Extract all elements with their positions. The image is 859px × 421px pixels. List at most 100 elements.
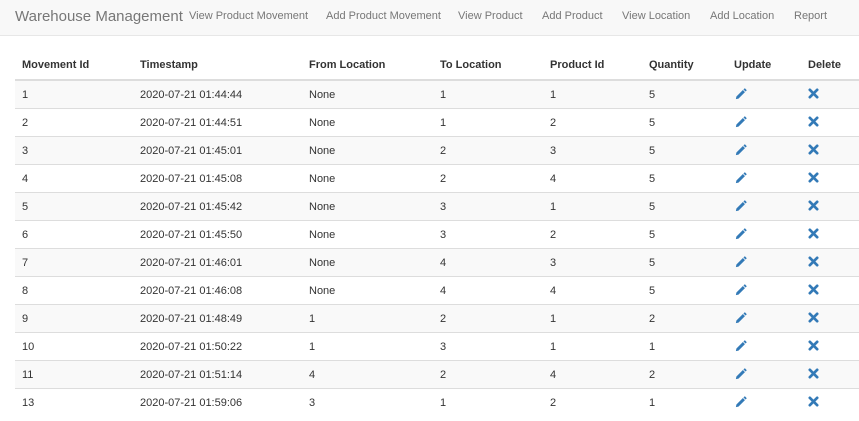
cell-from-location: None — [302, 276, 433, 305]
cell-timestamp: 2020-07-21 01:48:49 — [133, 304, 302, 333]
cell-movement-id: 1 — [15, 79, 133, 109]
remove-icon[interactable] — [808, 255, 822, 270]
cell-quantity: 2 — [642, 304, 727, 333]
cell-update — [727, 332, 801, 361]
cell-to-location: 3 — [433, 332, 543, 361]
cell-product-id: 2 — [543, 108, 642, 137]
pencil-icon[interactable] — [734, 339, 748, 354]
cell-from-location: None — [302, 136, 433, 165]
cell-delete — [801, 276, 859, 305]
cell-movement-id: 10 — [15, 332, 133, 361]
nav-add-product-movement[interactable]: Add Product Movement — [326, 10, 441, 22]
remove-icon[interactable] — [808, 171, 822, 186]
cell-timestamp: 2020-07-21 01:46:08 — [133, 276, 302, 305]
cell-product-id: 2 — [543, 388, 642, 416]
table-row: 10 2020-07-21 01:50:22 1 3 1 1 — [15, 332, 859, 361]
remove-icon[interactable] — [808, 367, 822, 382]
cell-delete — [801, 79, 859, 109]
cell-from-location: 1 — [302, 304, 433, 333]
cell-quantity: 1 — [642, 332, 727, 361]
nav-add-product[interactable]: Add Product — [542, 10, 603, 22]
remove-icon[interactable] — [808, 227, 822, 242]
cell-quantity: 5 — [642, 192, 727, 221]
header-from-location: From Location — [302, 50, 433, 81]
cell-to-location: 1 — [433, 388, 543, 416]
cell-product-id: 1 — [543, 304, 642, 333]
remove-icon[interactable] — [808, 199, 822, 214]
cell-timestamp: 2020-07-21 01:44:51 — [133, 108, 302, 137]
pencil-icon[interactable] — [734, 171, 748, 186]
cell-to-location: 4 — [433, 248, 543, 277]
remove-icon[interactable] — [808, 283, 822, 298]
pencil-icon[interactable] — [734, 115, 748, 130]
cell-update — [727, 388, 801, 416]
pencil-icon[interactable] — [734, 311, 748, 326]
pencil-icon[interactable] — [734, 199, 748, 214]
nav-view-product-movement[interactable]: View Product Movement — [189, 10, 308, 22]
nav-add-location[interactable]: Add Location — [710, 10, 774, 22]
cell-timestamp: 2020-07-21 01:45:08 — [133, 164, 302, 193]
cell-movement-id: 8 — [15, 276, 133, 305]
cell-quantity: 5 — [642, 79, 727, 109]
brand-link[interactable]: Warehouse Management — [15, 8, 183, 25]
pencil-icon[interactable] — [734, 367, 748, 382]
remove-icon[interactable] — [808, 87, 822, 102]
cell-movement-id: 13 — [15, 388, 133, 416]
table-row: 7 2020-07-21 01:46:01 None 4 3 5 — [15, 248, 859, 277]
cell-product-id: 1 — [543, 332, 642, 361]
cell-quantity: 5 — [642, 136, 727, 165]
table-body: 1 2020-07-21 01:44:44 None 1 1 5 2 2020-07-21 0… — [15, 79, 859, 416]
cell-delete — [801, 388, 859, 416]
cell-to-location: 4 — [433, 276, 543, 305]
table-row: 6 2020-07-21 01:45:50 None 3 2 5 — [15, 220, 859, 249]
cell-movement-id: 9 — [15, 304, 133, 333]
cell-delete — [801, 220, 859, 249]
table-row: 8 2020-07-21 01:46:08 None 4 4 5 — [15, 276, 859, 305]
cell-product-id: 4 — [543, 360, 642, 389]
cell-timestamp: 2020-07-21 01:46:01 — [133, 248, 302, 277]
cell-from-location: None — [302, 108, 433, 137]
pencil-icon[interactable] — [734, 255, 748, 270]
pencil-icon[interactable] — [734, 395, 748, 410]
pencil-icon[interactable] — [734, 143, 748, 158]
nav-view-location[interactable]: View Location — [622, 10, 690, 22]
cell-product-id: 3 — [543, 136, 642, 165]
cell-from-location: None — [302, 192, 433, 221]
cell-from-location: None — [302, 164, 433, 193]
remove-icon[interactable] — [808, 395, 822, 410]
cell-product-id: 1 — [543, 192, 642, 221]
cell-quantity: 5 — [642, 164, 727, 193]
table-row: 11 2020-07-21 01:51:14 4 2 4 2 — [15, 360, 859, 389]
cell-update — [727, 108, 801, 137]
table-row: 1 2020-07-21 01:44:44 None 1 1 5 — [15, 79, 859, 109]
header-timestamp: Timestamp — [133, 50, 302, 81]
cell-timestamp: 2020-07-21 01:50:22 — [133, 332, 302, 361]
pencil-icon[interactable] — [734, 227, 748, 242]
nav-report[interactable]: Report — [794, 10, 827, 22]
cell-from-location: 3 — [302, 388, 433, 416]
remove-icon[interactable] — [808, 115, 822, 130]
table-row: 9 2020-07-21 01:48:49 1 2 1 2 — [15, 304, 859, 333]
cell-movement-id: 7 — [15, 248, 133, 277]
cell-timestamp: 2020-07-21 01:45:42 — [133, 192, 302, 221]
table-row: 13 2020-07-21 01:59:06 3 1 2 1 — [15, 388, 859, 416]
header-movement-id: Movement Id — [15, 50, 133, 81]
cell-quantity: 1 — [642, 388, 727, 416]
remove-icon[interactable] — [808, 143, 822, 158]
nav-view-product[interactable]: View Product — [458, 10, 523, 22]
cell-update — [727, 192, 801, 221]
table-row: 5 2020-07-21 01:45:42 None 3 1 5 — [15, 192, 859, 221]
pencil-icon[interactable] — [734, 283, 748, 298]
pencil-icon[interactable] — [734, 87, 748, 102]
cell-delete — [801, 248, 859, 277]
cell-to-location: 1 — [433, 79, 543, 109]
cell-quantity: 5 — [642, 276, 727, 305]
remove-icon[interactable] — [808, 311, 822, 326]
cell-quantity: 5 — [642, 220, 727, 249]
remove-icon[interactable] — [808, 339, 822, 354]
cell-product-id: 2 — [543, 220, 642, 249]
cell-update — [727, 248, 801, 277]
cell-quantity: 5 — [642, 108, 727, 137]
table-header-row: Movement Id Timestamp From Location To L… — [15, 50, 859, 81]
header-delete: Delete — [801, 50, 859, 81]
